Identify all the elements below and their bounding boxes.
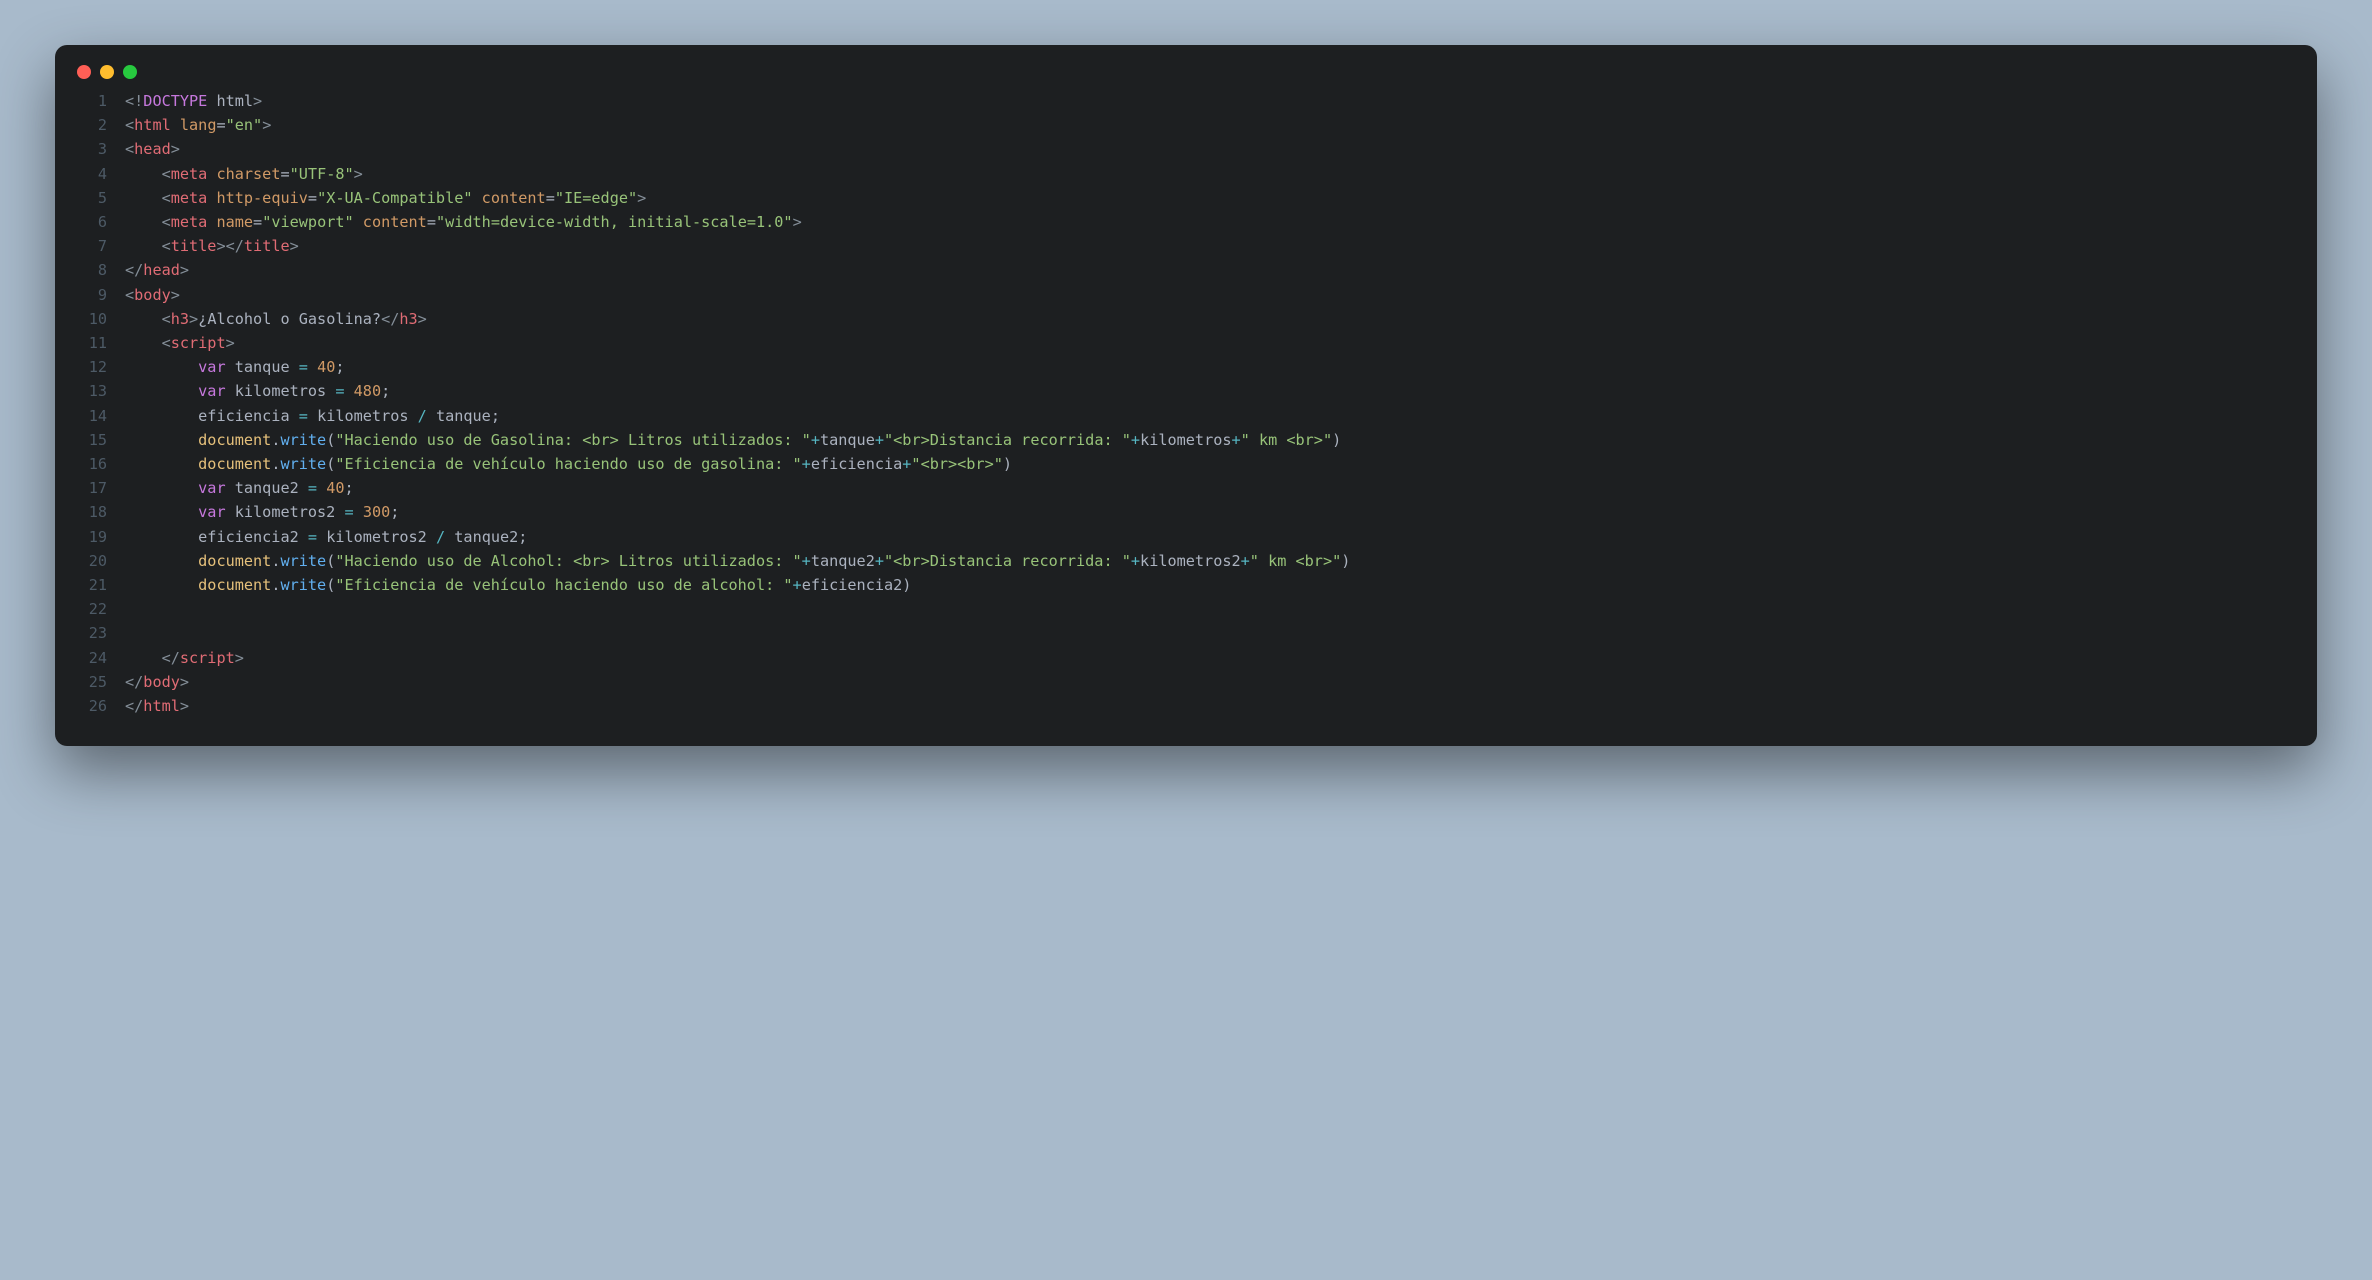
line-content[interactable]: <meta name="viewport" content="width=dev… bbox=[125, 210, 2297, 234]
code-line[interactable]: 19 eficiencia2 = kilometros2 / tanque2; bbox=[55, 525, 2297, 549]
line-number: 4 bbox=[55, 162, 125, 186]
line-number: 2 bbox=[55, 113, 125, 137]
code-line[interactable]: 17 var tanque2 = 40; bbox=[55, 476, 2297, 500]
code-line[interactable]: 18 var kilometros2 = 300; bbox=[55, 500, 2297, 524]
line-content[interactable]: var kilometros2 = 300; bbox=[125, 500, 2297, 524]
code-line[interactable]: 15 document.write("Haciendo uso de Gasol… bbox=[55, 428, 2297, 452]
line-content[interactable]: <title></title> bbox=[125, 234, 2297, 258]
line-content[interactable]: </script> bbox=[125, 646, 2297, 670]
code-line[interactable]: 4 <meta charset="UTF-8"> bbox=[55, 162, 2297, 186]
line-content[interactable]: eficiencia2 = kilometros2 / tanque2; bbox=[125, 525, 2297, 549]
line-number: 11 bbox=[55, 331, 125, 355]
code-line[interactable]: 9<body> bbox=[55, 283, 2297, 307]
code-line[interactable]: 25</body> bbox=[55, 670, 2297, 694]
line-content[interactable] bbox=[125, 597, 2297, 621]
line-content[interactable]: document.write("Haciendo uso de Alcohol:… bbox=[125, 549, 2297, 573]
code-line[interactable]: 20 document.write("Haciendo uso de Alcoh… bbox=[55, 549, 2297, 573]
line-content[interactable]: <head> bbox=[125, 137, 2297, 161]
line-content[interactable]: <script> bbox=[125, 331, 2297, 355]
line-content[interactable]: <meta http-equiv="X-UA-Compatible" conte… bbox=[125, 186, 2297, 210]
code-line[interactable]: 2<html lang="en"> bbox=[55, 113, 2297, 137]
code-line[interactable]: 5 <meta http-equiv="X-UA-Compatible" con… bbox=[55, 186, 2297, 210]
line-number: 5 bbox=[55, 186, 125, 210]
code-line[interactable]: 10 <h3>¿Alcohol o Gasolina?</h3> bbox=[55, 307, 2297, 331]
line-number: 1 bbox=[55, 89, 125, 113]
line-content[interactable]: var tanque2 = 40; bbox=[125, 476, 2297, 500]
line-number: 22 bbox=[55, 597, 125, 621]
line-number: 14 bbox=[55, 404, 125, 428]
window-controls bbox=[55, 45, 2317, 85]
line-content[interactable]: <meta charset="UTF-8"> bbox=[125, 162, 2297, 186]
line-number: 21 bbox=[55, 573, 125, 597]
code-line[interactable]: 24 </script> bbox=[55, 646, 2297, 670]
line-number: 26 bbox=[55, 694, 125, 718]
line-number: 20 bbox=[55, 549, 125, 573]
code-line[interactable]: 23 bbox=[55, 621, 2297, 645]
line-content[interactable]: </body> bbox=[125, 670, 2297, 694]
line-number: 3 bbox=[55, 137, 125, 161]
code-line[interactable]: 8</head> bbox=[55, 258, 2297, 282]
code-line[interactable]: 1<!DOCTYPE html> bbox=[55, 89, 2297, 113]
line-content[interactable]: <h3>¿Alcohol o Gasolina?</h3> bbox=[125, 307, 2297, 331]
line-number: 12 bbox=[55, 355, 125, 379]
code-line[interactable]: 21 document.write("Eficiencia de vehícul… bbox=[55, 573, 2297, 597]
line-content[interactable]: var kilometros = 480; bbox=[125, 379, 2297, 403]
line-content[interactable]: document.write("Eficiencia de vehículo h… bbox=[125, 573, 2297, 597]
line-number: 24 bbox=[55, 646, 125, 670]
line-content[interactable]: document.write("Haciendo uso de Gasolina… bbox=[125, 428, 2297, 452]
code-area[interactable]: 1<!DOCTYPE html>2<html lang="en">3<head>… bbox=[55, 85, 2317, 718]
line-content[interactable]: var tanque = 40; bbox=[125, 355, 2297, 379]
line-content[interactable] bbox=[125, 621, 2297, 645]
code-line[interactable]: 16 document.write("Eficiencia de vehícul… bbox=[55, 452, 2297, 476]
line-number: 10 bbox=[55, 307, 125, 331]
line-number: 25 bbox=[55, 670, 125, 694]
zoom-icon[interactable] bbox=[123, 65, 137, 79]
line-number: 17 bbox=[55, 476, 125, 500]
code-line[interactable]: 3<head> bbox=[55, 137, 2297, 161]
code-line[interactable]: 6 <meta name="viewport" content="width=d… bbox=[55, 210, 2297, 234]
code-line[interactable]: 7 <title></title> bbox=[55, 234, 2297, 258]
code-line[interactable]: 11 <script> bbox=[55, 331, 2297, 355]
line-number: 19 bbox=[55, 525, 125, 549]
line-content[interactable]: <body> bbox=[125, 283, 2297, 307]
editor-window: 1<!DOCTYPE html>2<html lang="en">3<head>… bbox=[55, 45, 2317, 746]
line-number: 8 bbox=[55, 258, 125, 282]
line-number: 13 bbox=[55, 379, 125, 403]
line-number: 15 bbox=[55, 428, 125, 452]
line-content[interactable]: <html lang="en"> bbox=[125, 113, 2297, 137]
code-line[interactable]: 12 var tanque = 40; bbox=[55, 355, 2297, 379]
line-content[interactable]: <!DOCTYPE html> bbox=[125, 89, 2297, 113]
line-content[interactable]: </html> bbox=[125, 694, 2297, 718]
line-number: 18 bbox=[55, 500, 125, 524]
line-number: 7 bbox=[55, 234, 125, 258]
line-number: 23 bbox=[55, 621, 125, 645]
line-content[interactable]: </head> bbox=[125, 258, 2297, 282]
close-icon[interactable] bbox=[77, 65, 91, 79]
code-line[interactable]: 26</html> bbox=[55, 694, 2297, 718]
line-content[interactable]: eficiencia = kilometros / tanque; bbox=[125, 404, 2297, 428]
code-line[interactable]: 13 var kilometros = 480; bbox=[55, 379, 2297, 403]
code-line[interactable]: 14 eficiencia = kilometros / tanque; bbox=[55, 404, 2297, 428]
line-number: 9 bbox=[55, 283, 125, 307]
code-line[interactable]: 22 bbox=[55, 597, 2297, 621]
line-number: 6 bbox=[55, 210, 125, 234]
line-content[interactable]: document.write("Eficiencia de vehículo h… bbox=[125, 452, 2297, 476]
minimize-icon[interactable] bbox=[100, 65, 114, 79]
line-number: 16 bbox=[55, 452, 125, 476]
